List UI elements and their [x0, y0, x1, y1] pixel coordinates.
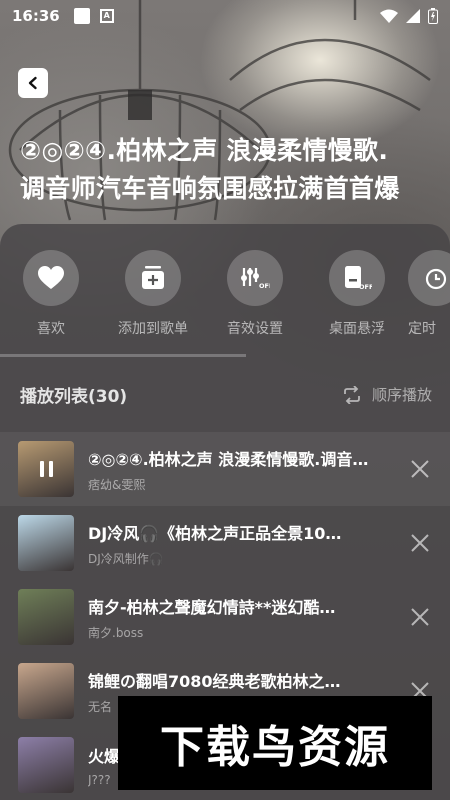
song-artist: DJ冷风制作🎧: [88, 551, 164, 566]
song-title: 南夕-柏林之聲魔幻情詩**迷幻酷…: [88, 597, 336, 617]
svg-text:OFF: OFF: [359, 283, 372, 291]
add-to-playlist-label: 添加到歌单: [118, 321, 188, 337]
song-row[interactable]: 南夕-柏林之聲魔幻情詩**迷幻酷… 南夕.boss: [0, 580, 450, 654]
playlist-title: ②◎②④.柏林之声 浪漫柔情慢歌. 调音师汽车音响氛围感拉满首首爆: [20, 132, 440, 208]
keyboard-icon: A: [99, 9, 114, 23]
play-mode-button[interactable]: 顺序播放: [342, 384, 432, 405]
song-row[interactable]: DJ冷风🎧《柏林之声正品全景10… DJ冷风制作🎧: [0, 506, 450, 580]
like-label: 喜欢: [37, 321, 65, 337]
song-artist: 痞幼&雯熙: [88, 477, 146, 492]
status-time: 16:36: [12, 7, 60, 25]
timer-action[interactable]: 定时: [408, 250, 450, 342]
song-title: 锦鲤の翻唱7080经典老歌柏林之…: [88, 671, 341, 691]
pause-icon[interactable]: [18, 441, 74, 497]
equalizer-off-icon: OFF: [241, 268, 270, 290]
song-artist: 南夕.boss: [88, 625, 144, 640]
action-scroll-indicator: [0, 354, 246, 357]
svg-text:OFF: OFF: [259, 282, 270, 290]
heart-icon: [38, 266, 64, 289]
play-mode-label: 顺序播放: [371, 386, 432, 404]
back-button[interactable]: [18, 68, 48, 98]
like-action[interactable]: 喜欢: [0, 250, 102, 342]
notification-icon: [73, 8, 90, 24]
playlist-count-title: 播放列表(30): [20, 387, 128, 407]
signal-icon: [406, 9, 420, 23]
song-cover: [18, 515, 74, 571]
add-to-playlist-action[interactable]: 添加到歌单: [102, 250, 204, 342]
playlist-title-line-2: 调音师汽车音响氛围感拉满首首爆: [20, 174, 400, 203]
sound-effect-action[interactable]: OFF 音效设置: [204, 250, 306, 342]
floating-lyrics-off-icon: OFF: [345, 266, 372, 291]
action-bar: 喜欢 添加到歌单 OFF 音效设置 OFF 桌面悬浮 定时: [0, 250, 450, 342]
floating-lyrics-action[interactable]: OFF 桌面悬浮: [306, 250, 408, 342]
song-row-current[interactable]: ②◎②④.柏林之声 浪漫柔情慢歌.调音师汽车音响氛围感拉满首首爆 痞幼&雯熙: [0, 432, 450, 506]
close-icon[interactable]: [410, 607, 430, 627]
sound-effect-label: 音效设置: [227, 321, 283, 337]
status-bar: 16:36 A: [0, 0, 450, 32]
add-to-playlist-icon: [142, 266, 164, 289]
watermark-logo: 下载鸟资源: [118, 696, 432, 790]
song-cover: [18, 737, 74, 793]
close-icon[interactable]: [410, 533, 430, 553]
battery-icon: [428, 8, 438, 24]
playlist-header: 播放列表(30) 顺序播放: [20, 382, 432, 407]
song-cover: [18, 663, 74, 719]
timer-icon: [425, 268, 447, 290]
playlist-title-line-1: ②◎②④.柏林之声 浪漫柔情慢歌.: [20, 136, 389, 165]
song-cover: [18, 441, 74, 497]
song-cover: [18, 589, 74, 645]
close-icon[interactable]: [410, 459, 430, 479]
song-title: DJ冷风🎧《柏林之声正品全景10…: [88, 523, 342, 543]
wifi-icon: [380, 9, 398, 23]
chevron-left-icon: [28, 76, 37, 90]
repeat-icon: [344, 385, 360, 404]
song-title: ②◎②④.柏林之声 浪漫柔情慢歌.调音师汽车音响氛围感拉满首首爆: [88, 449, 378, 469]
floating-lyrics-label: 桌面悬浮: [329, 321, 385, 337]
timer-label: 定时: [408, 321, 436, 337]
